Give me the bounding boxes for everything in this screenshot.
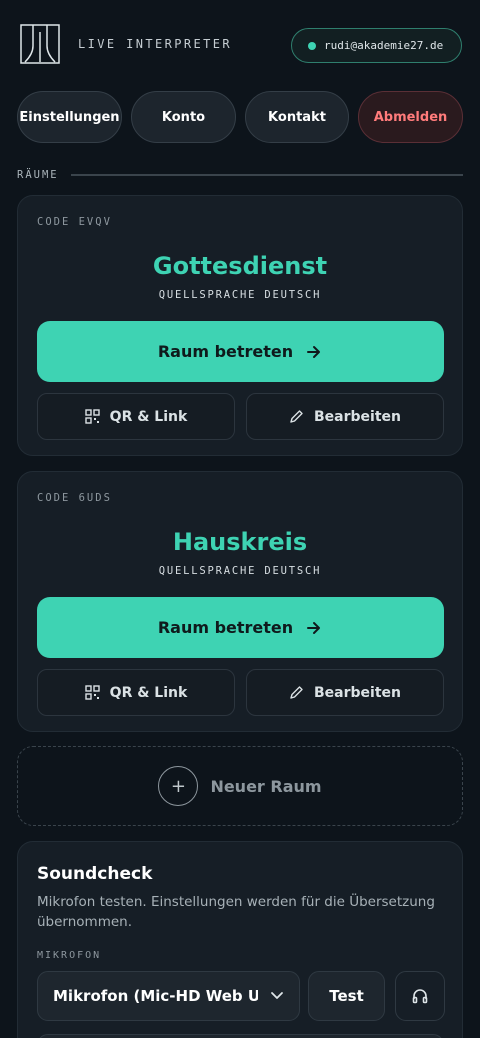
soundcheck-description: Mikrofon testen. Einstellungen werden fü… [37, 894, 435, 930]
soundcheck-title: Soundcheck [37, 864, 153, 884]
enter-room-label: Raum betreten [157, 618, 294, 637]
headphones-icon [412, 989, 428, 1004]
user-email: rudi@akademie27.de [324, 39, 444, 52]
qr-link-button[interactable]: QR & Link [37, 393, 235, 440]
arrow-right-icon [307, 621, 321, 634]
test-microphone-button[interactable]: Test [308, 971, 385, 1021]
pencil-icon [290, 410, 303, 423]
rooms-section-header: RÄUME [17, 168, 463, 182]
settings-button[interactable]: Einstellungen [17, 91, 122, 143]
room-source-language: QUELLSPRACHE DEUTSCH [158, 289, 322, 301]
pencil-icon [290, 686, 303, 699]
edit-room-button[interactable]: Bearbeiten [246, 393, 444, 440]
logout-button[interactable]: Abmelden [358, 91, 463, 143]
room-name: Gottesdienst [152, 252, 328, 280]
qr-link-label: QR & Link [109, 684, 188, 701]
enter-room-button[interactable]: Raum betreten [37, 597, 444, 658]
room-card: CODE 6UDS Hauskreis QUELLSPRACHE DEUTSCH… [17, 471, 463, 732]
arrow-right-icon [307, 345, 321, 358]
logo-icon [20, 24, 60, 64]
user-account-pill[interactable]: rudi@akademie27.de [291, 28, 462, 63]
enter-room-button[interactable]: Raum betreten [37, 321, 444, 382]
microphone-select[interactable]: Mikrofon (Mic-HD Web Ucam) [37, 971, 300, 1021]
section-divider [70, 174, 463, 176]
edit-room-button[interactable]: Bearbeiten [246, 669, 444, 716]
microphone-label: MIKROFON [37, 950, 102, 961]
rooms-section-label: RÄUME [17, 169, 59, 181]
room-code: CODE 6UDS [37, 492, 112, 504]
qr-code-icon [84, 685, 100, 700]
new-room-button[interactable]: + Neuer Raum [17, 746, 463, 826]
account-button[interactable]: Konto [131, 91, 236, 143]
soundcheck-level-panel [37, 1034, 444, 1038]
qr-link-button[interactable]: QR & Link [37, 669, 235, 716]
enter-room-label: Raum betreten [157, 342, 294, 361]
header: LIVE INTERPRETER rudi@akademie27.de [0, 0, 480, 90]
room-name: Hauskreis [172, 528, 308, 556]
soundcheck-card: Soundcheck Mikrofon testen. Einstellunge… [17, 841, 463, 1038]
plus-icon: + [158, 766, 199, 806]
headphones-button[interactable] [395, 971, 445, 1021]
room-code: CODE EVQV [37, 216, 112, 228]
qr-code-icon [84, 409, 100, 424]
contact-button[interactable]: Kontakt [245, 91, 349, 143]
room-source-language: QUELLSPRACHE DEUTSCH [158, 565, 322, 577]
app-title: LIVE INTERPRETER [78, 37, 232, 51]
edit-room-label: Bearbeiten [314, 684, 401, 701]
new-room-label: Neuer Raum [210, 776, 322, 796]
microphone-select-value: Mikrofon (Mic-HD Web Ucam) [53, 987, 258, 1005]
qr-link-label: QR & Link [109, 408, 188, 425]
status-dot-icon [308, 41, 316, 50]
room-card: CODE EVQV Gottesdienst QUELLSPRACHE DEUT… [17, 195, 463, 456]
chevron-down-icon [271, 992, 283, 999]
edit-room-label: Bearbeiten [314, 408, 401, 425]
